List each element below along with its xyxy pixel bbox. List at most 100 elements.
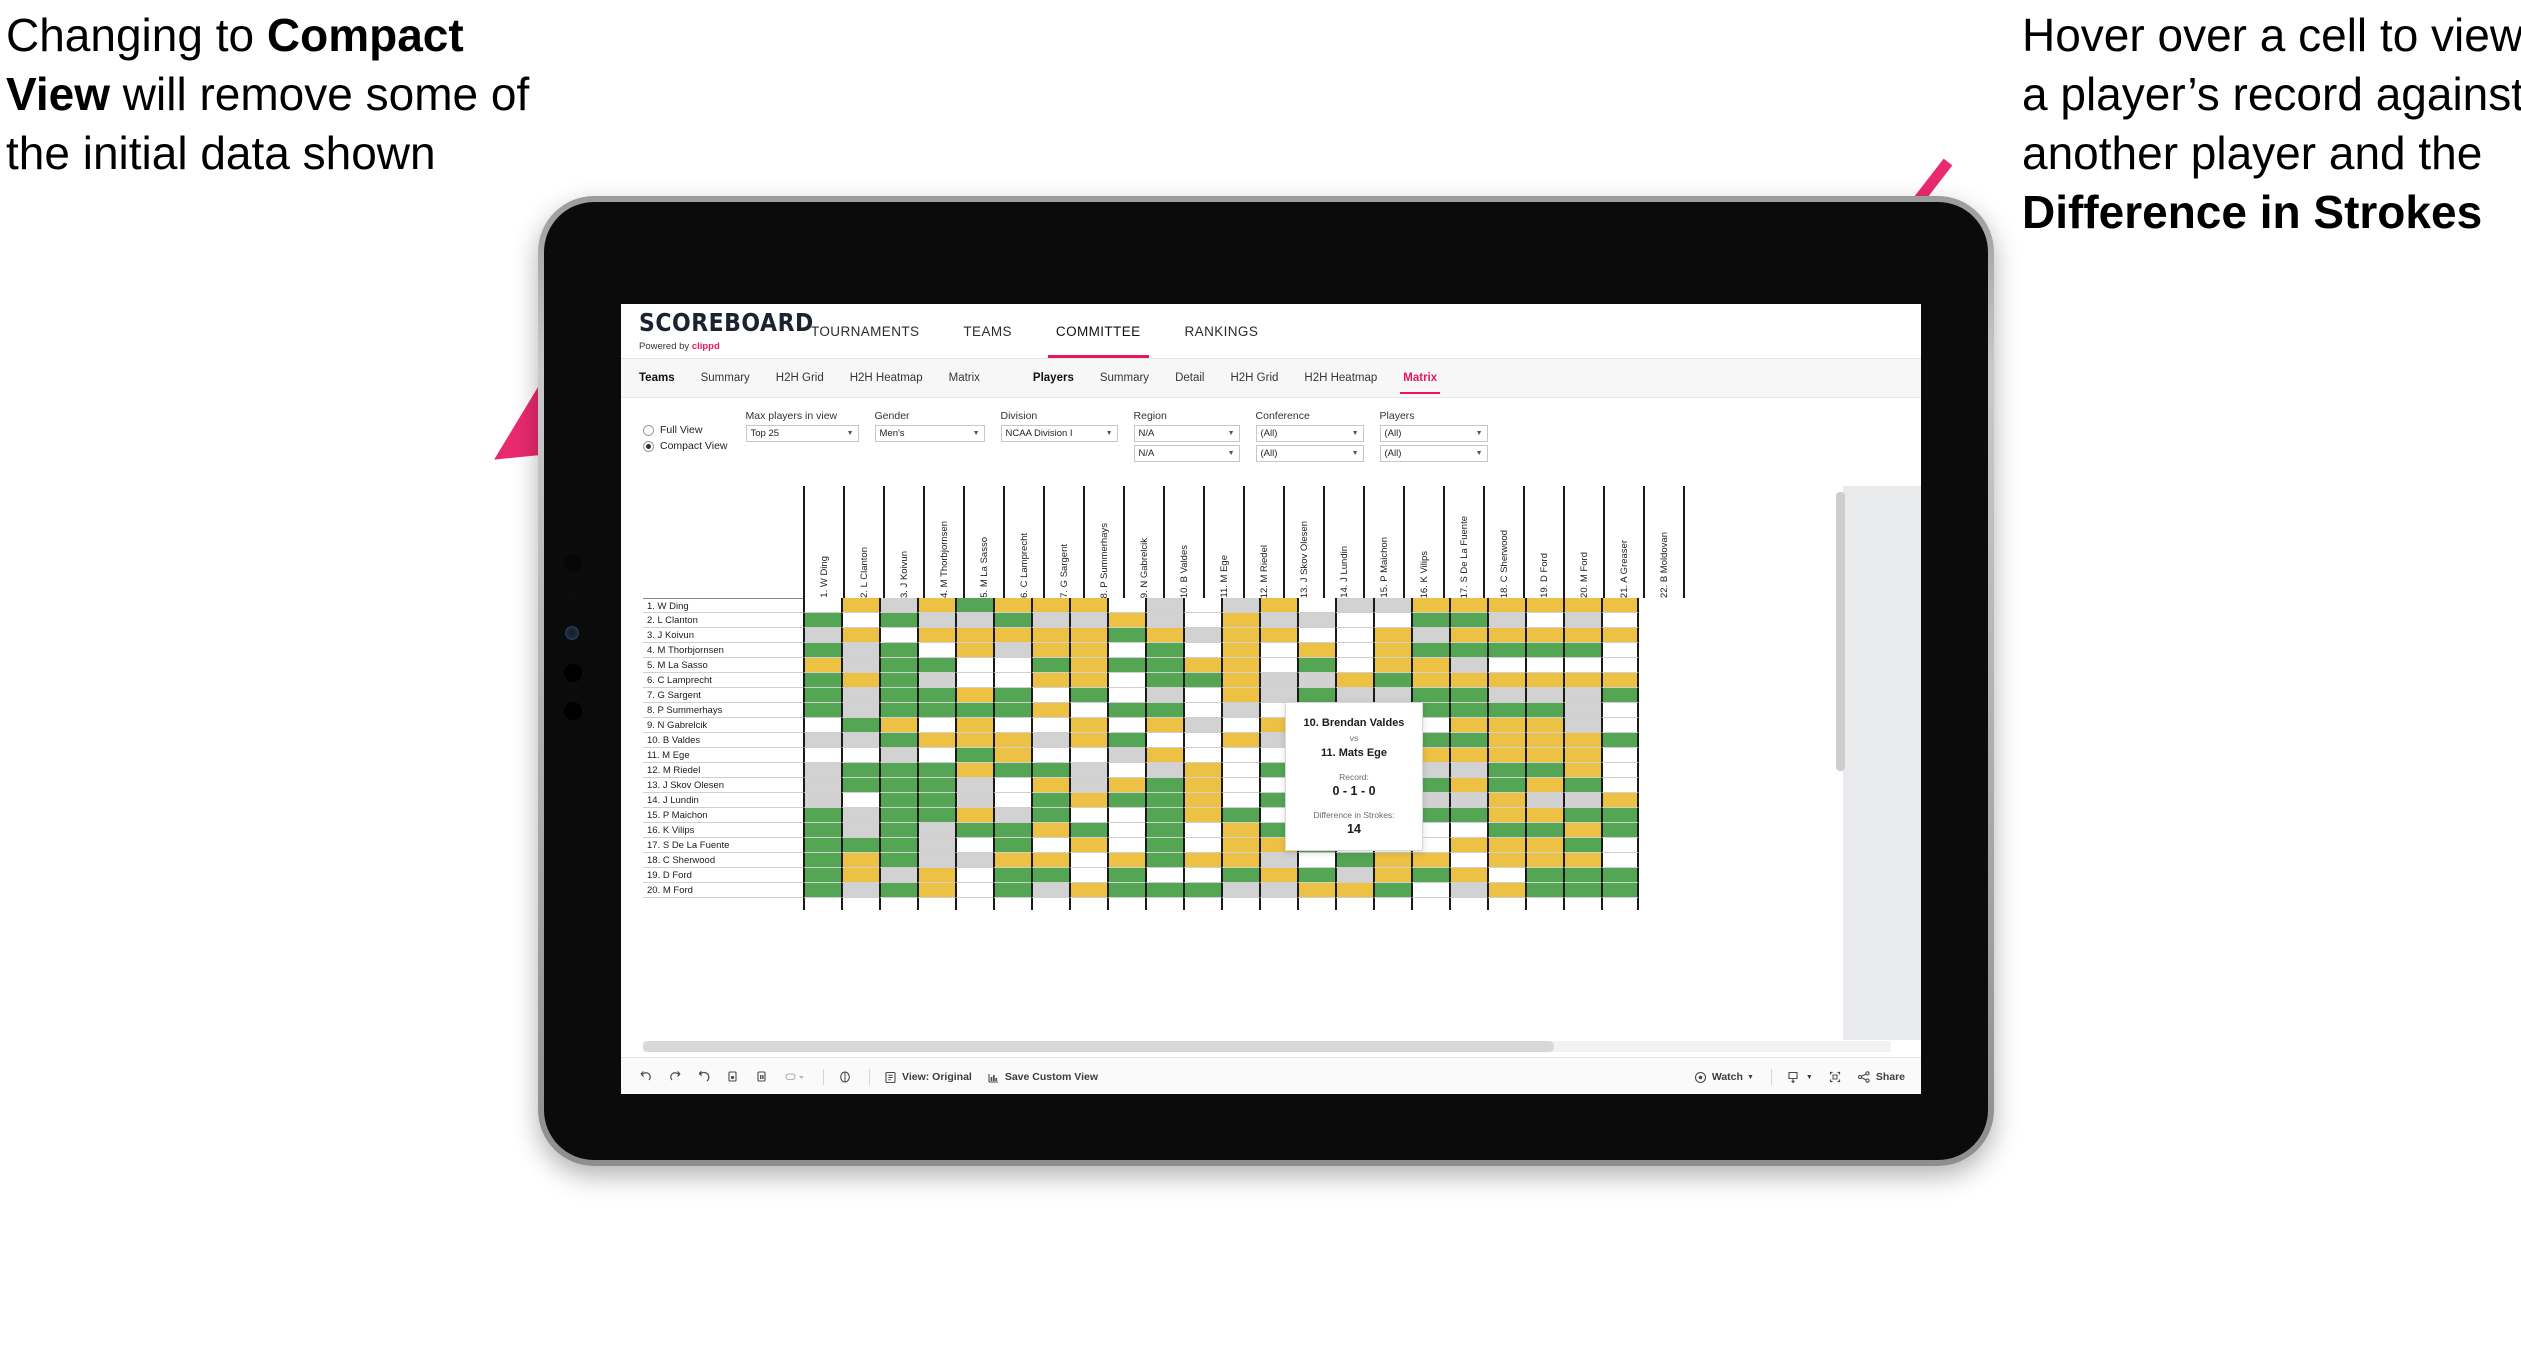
matrix-cell[interactable]: [1525, 853, 1563, 868]
matrix-cell[interactable]: [1601, 718, 1639, 733]
matrix-cell[interactable]: [1297, 868, 1335, 883]
matrix-cell[interactable]: [917, 763, 955, 778]
save-custom-view-button[interactable]: Save Custom View: [987, 1071, 1098, 1084]
matrix-cell[interactable]: [1221, 598, 1259, 613]
matrix-cell[interactable]: [1487, 778, 1525, 793]
matrix-cell[interactable]: [1487, 808, 1525, 823]
matrix-cell[interactable]: [1563, 748, 1601, 763]
matrix-cell[interactable]: [1031, 823, 1069, 838]
download-button[interactable]: ▼: [1786, 1070, 1813, 1084]
matrix-cell[interactable]: [917, 748, 955, 763]
matrix-cell[interactable]: [1069, 838, 1107, 853]
filter-max-players-select[interactable]: Top 25 ▼: [745, 425, 859, 442]
matrix-cell[interactable]: [879, 748, 917, 763]
matrix-cell[interactable]: [803, 703, 841, 718]
matrix-cell[interactable]: [1259, 643, 1297, 658]
sub-nav-teams-h2h-grid[interactable]: H2H Grid: [763, 359, 837, 397]
matrix-cell[interactable]: [1449, 658, 1487, 673]
matrix-cell[interactable]: [1183, 733, 1221, 748]
matrix-cell[interactable]: [1259, 613, 1297, 628]
matrix-cell[interactable]: [1183, 883, 1221, 898]
sub-nav-players-h2h-grid[interactable]: H2H Grid: [1217, 359, 1291, 397]
matrix-cell[interactable]: [955, 703, 993, 718]
matrix-cell[interactable]: [1145, 853, 1183, 868]
matrix-cell[interactable]: [1107, 598, 1145, 613]
matrix-cell[interactable]: [1449, 823, 1487, 838]
top-nav-rankings[interactable]: RANKINGS: [1163, 304, 1281, 358]
matrix-cell[interactable]: [1525, 733, 1563, 748]
matrix-cell[interactable]: [879, 823, 917, 838]
matrix-cell[interactable]: [803, 838, 841, 853]
matrix-cell[interactable]: [955, 838, 993, 853]
matrix-cell[interactable]: [1221, 793, 1259, 808]
matrix-cell[interactable]: [1069, 748, 1107, 763]
matrix-cell[interactable]: [955, 643, 993, 658]
matrix-cell[interactable]: [1487, 883, 1525, 898]
matrix-cell[interactable]: [1031, 733, 1069, 748]
matrix-cell[interactable]: [1449, 673, 1487, 688]
matrix-cell[interactable]: [803, 778, 841, 793]
matrix-cell[interactable]: [1145, 778, 1183, 793]
matrix-cell[interactable]: [1221, 748, 1259, 763]
matrix-cell[interactable]: [1183, 808, 1221, 823]
matrix-cell[interactable]: [1031, 703, 1069, 718]
matrix-cell[interactable]: [1525, 868, 1563, 883]
matrix-cell[interactable]: [841, 823, 879, 838]
matrix-cell[interactable]: [841, 808, 879, 823]
matrix-cell[interactable]: [1525, 673, 1563, 688]
matrix-cell[interactable]: [917, 718, 955, 733]
matrix-cell[interactable]: [1107, 673, 1145, 688]
matrix-cell[interactable]: [1107, 658, 1145, 673]
matrix-cell[interactable]: [1107, 883, 1145, 898]
matrix-cell[interactable]: [1145, 643, 1183, 658]
matrix-cell[interactable]: [1069, 688, 1107, 703]
matrix-cell[interactable]: [1373, 658, 1411, 673]
matrix-cell[interactable]: [879, 613, 917, 628]
matrix-cell[interactable]: [917, 808, 955, 823]
matrix-cell[interactable]: [955, 613, 993, 628]
matrix-cell[interactable]: [1487, 853, 1525, 868]
matrix-cell[interactable]: [1183, 673, 1221, 688]
vertical-scrollbar-thumb[interactable]: [1836, 492, 1845, 771]
matrix-cell[interactable]: [1411, 658, 1449, 673]
matrix-cell[interactable]: [1297, 643, 1335, 658]
matrix-cell[interactable]: [1031, 613, 1069, 628]
show-me-icon[interactable]: [838, 1070, 852, 1084]
matrix-cell[interactable]: [1221, 673, 1259, 688]
filter-players-select-2[interactable]: (All) ▼: [1379, 445, 1488, 462]
matrix-cell[interactable]: [1335, 598, 1373, 613]
matrix-cell[interactable]: [955, 748, 993, 763]
matrix-cell[interactable]: [1601, 628, 1639, 643]
matrix-cell[interactable]: [1297, 853, 1335, 868]
matrix-cell[interactable]: [1221, 733, 1259, 748]
matrix-cell[interactable]: [1221, 718, 1259, 733]
matrix-cell[interactable]: [917, 613, 955, 628]
matrix-cell[interactable]: [841, 628, 879, 643]
matrix-cell[interactable]: [1487, 628, 1525, 643]
matrix-cell[interactable]: [1563, 838, 1601, 853]
matrix-cell[interactable]: [1183, 688, 1221, 703]
matrix-cell[interactable]: [879, 733, 917, 748]
filter-division-select[interactable]: NCAA Division I ▼: [1000, 425, 1118, 442]
matrix-cell[interactable]: [803, 658, 841, 673]
matrix-cell[interactable]: [841, 718, 879, 733]
matrix-cell[interactable]: [1373, 688, 1411, 703]
matrix-cell[interactable]: [803, 763, 841, 778]
matrix-cell[interactable]: [1069, 643, 1107, 658]
matrix-cell[interactable]: [955, 763, 993, 778]
matrix-cell[interactable]: [879, 763, 917, 778]
matrix-cell[interactable]: [879, 883, 917, 898]
matrix-cell[interactable]: [1601, 853, 1639, 868]
matrix-cell[interactable]: [1563, 793, 1601, 808]
matrix-cell[interactable]: [1525, 658, 1563, 673]
matrix-cell[interactable]: [1221, 883, 1259, 898]
matrix-cell[interactable]: [841, 658, 879, 673]
matrix-cell[interactable]: [1221, 643, 1259, 658]
matrix-cell[interactable]: [1373, 853, 1411, 868]
matrix-cell[interactable]: [917, 868, 955, 883]
matrix-cell[interactable]: [1525, 808, 1563, 823]
matrix-cell[interactable]: [1525, 613, 1563, 628]
scoreboard-logo[interactable]: SCOREBOARD Powered by clippd: [639, 304, 813, 358]
matrix-cell[interactable]: [1259, 883, 1297, 898]
matrix-cell[interactable]: [1031, 673, 1069, 688]
